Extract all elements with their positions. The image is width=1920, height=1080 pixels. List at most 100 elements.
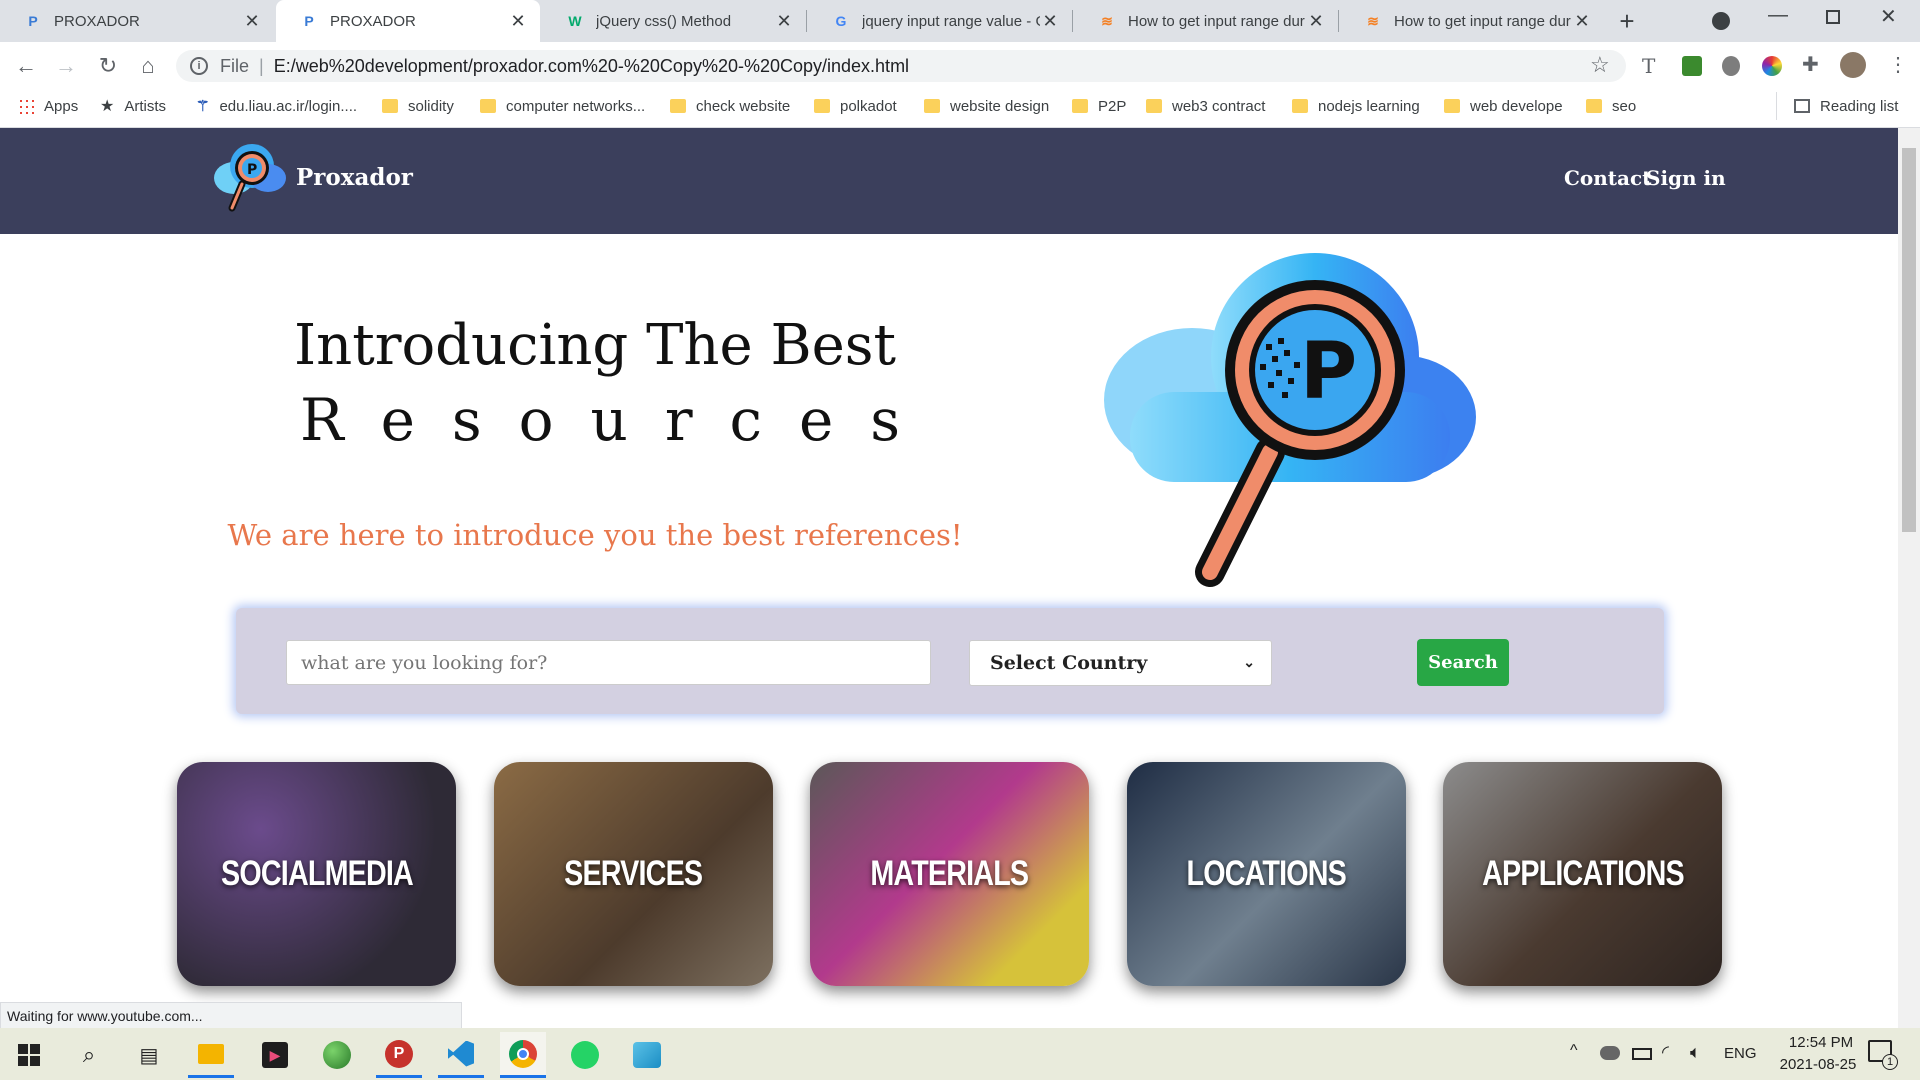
bookmark-folder-seo[interactable]: seo — [1586, 90, 1636, 122]
tab-3[interactable]: W jQuery css() Method ✕ — [542, 0, 806, 42]
tab-4[interactable]: G jquery input range value - G ✕ — [808, 0, 1072, 42]
menu-kebab-icon[interactable]: ⋮ — [1888, 52, 1908, 77]
windows-start-icon[interactable] — [6, 1032, 52, 1078]
minimize-icon[interactable]: — — [1768, 4, 1788, 27]
category-card-locations[interactable]: LOCATIONS — [1127, 762, 1406, 986]
scrollbar-thumb[interactable] — [1902, 148, 1916, 532]
bookmark-folder-web3[interactable]: web3 contract — [1146, 90, 1265, 122]
file-explorer-icon[interactable] — [188, 1032, 234, 1078]
proxador-logo[interactable]: P — [212, 140, 288, 216]
hero-letter: c — [729, 386, 762, 454]
tab-5[interactable]: ≋ How to get input range dur ✕ — [1074, 0, 1338, 42]
reading-list[interactable]: Reading list — [1794, 90, 1898, 122]
reload-icon[interactable]: ↻ — [94, 52, 122, 80]
bookmark-label: website design — [950, 97, 1050, 115]
proxador-taskbar-icon[interactable]: P — [376, 1032, 422, 1078]
category-card-materials[interactable]: MATERIALS — [810, 762, 1089, 986]
category-label: LOCATIONS — [1186, 854, 1347, 893]
brand-name[interactable]: Proxador — [296, 164, 413, 191]
bookmark-folder-check[interactable]: check website — [670, 90, 790, 122]
google-icon: G — [835, 13, 847, 29]
photos-app-icon[interactable] — [624, 1032, 670, 1078]
task-view-icon[interactable]: ▤ — [126, 1032, 172, 1078]
clock-time[interactable]: 12:54 PM — [1776, 1034, 1866, 1051]
category-card-applications[interactable]: APPLICATIONS — [1443, 762, 1722, 986]
bookmark-artists[interactable]: ★ Artists — [100, 90, 166, 122]
vscode-icon[interactable] — [438, 1032, 484, 1078]
nav-signin[interactable]: Sign in — [1646, 166, 1726, 190]
close-tab-icon[interactable]: ✕ — [774, 11, 794, 32]
bookmark-folder-networks[interactable]: computer networks... — [480, 90, 645, 122]
close-tab-icon[interactable]: ✕ — [1572, 11, 1592, 32]
bookmarks-divider — [1776, 92, 1777, 120]
bookmark-folder-solidity[interactable]: solidity — [382, 90, 454, 122]
tray-chevron-up-icon[interactable]: ^ — [1570, 1042, 1578, 1060]
forward-icon[interactable]: → — [52, 52, 80, 80]
wifi-icon[interactable]: ◜ — [1662, 1042, 1669, 1063]
bookmark-apps[interactable]: Apps — [18, 90, 78, 122]
restore-icon[interactable] — [1826, 10, 1840, 24]
country-select[interactable]: Select Country ⌄ — [969, 640, 1272, 686]
category-card-services[interactable]: SERVICES — [494, 762, 773, 986]
bookmark-label: seo — [1612, 97, 1637, 115]
apps-grid-icon — [18, 98, 34, 114]
tab-6[interactable]: ≋ How to get input range dur ✕ — [1340, 0, 1604, 42]
extensions-puzzle-icon[interactable]: ✚ — [1802, 52, 1819, 77]
whatsapp-glyph — [571, 1041, 599, 1069]
bookmark-folder-webdev[interactable]: web develope — [1444, 90, 1563, 122]
profile-avatar[interactable] — [1840, 52, 1866, 78]
extension-html-icon[interactable] — [1682, 56, 1702, 76]
search-input[interactable] — [286, 640, 931, 685]
extension-t-icon[interactable]: T — [1642, 54, 1655, 78]
folder-icon — [480, 99, 496, 113]
folder-icon — [1292, 99, 1308, 113]
globe-glyph — [323, 1041, 351, 1069]
tab-search-icon[interactable] — [1712, 12, 1730, 30]
info-icon[interactable]: i — [190, 57, 208, 75]
close-tab-icon[interactable]: ✕ — [1040, 11, 1060, 32]
search-button[interactable]: Search — [1417, 639, 1509, 686]
hero-illustration: P — [1100, 252, 1480, 588]
tab-1[interactable]: P PROXADOR ✕ — [0, 0, 274, 42]
chrome-icon[interactable] — [500, 1032, 546, 1078]
bookmark-folder-p2p[interactable]: P2P — [1072, 90, 1126, 122]
extension-bug-icon[interactable] — [1722, 56, 1740, 76]
search-icon[interactable]: ⌕ — [66, 1032, 112, 1078]
new-tab-icon[interactable]: + — [1612, 6, 1642, 36]
bookmark-folder-nodejs[interactable]: nodejs learning — [1292, 90, 1420, 122]
category-label: SOCIALMEDIA — [220, 854, 414, 893]
home-icon[interactable]: ⌂ — [134, 52, 162, 80]
bookmark-label: P2P — [1098, 97, 1127, 115]
reading-list-label: Reading list — [1820, 97, 1899, 115]
bookmark-liau[interactable]: ⚚ edu.liau.ac.ir/login.... — [196, 90, 357, 122]
svg-text:P: P — [1300, 327, 1357, 417]
close-tab-icon[interactable]: ✕ — [508, 11, 528, 32]
folder-icon — [924, 99, 940, 113]
address-bar[interactable]: i File | E:/web%20development/proxador.c… — [176, 50, 1626, 82]
whatsapp-icon[interactable] — [562, 1032, 608, 1078]
tab-2-active[interactable]: P PROXADOR ✕ — [276, 0, 540, 42]
bookmark-folder-design[interactable]: website design — [924, 90, 1049, 122]
url-divider: | — [259, 55, 264, 76]
stackoverflow-icon: ≋ — [1367, 12, 1379, 29]
clock-date[interactable]: 2021-08-25 — [1768, 1056, 1868, 1073]
extension-color-icon[interactable] — [1762, 56, 1782, 76]
category-card-socialmedia[interactable]: SOCIALMEDIA — [177, 762, 456, 986]
back-icon[interactable]: ← — [12, 52, 40, 80]
bookmark-star-icon[interactable]: ☆ — [1590, 52, 1610, 78]
nav-contact[interactable]: Contact — [1564, 166, 1651, 190]
battery-icon[interactable] — [1632, 1048, 1652, 1060]
terminal-icon[interactable]: ▶ — [252, 1032, 298, 1078]
bookmark-folder-polkadot[interactable]: polkadot — [814, 90, 897, 122]
close-tab-icon[interactable]: ✕ — [242, 11, 262, 32]
bookmark-label: Artists — [124, 97, 167, 115]
cloud-magnifier-illustration: P — [1104, 253, 1476, 587]
language-indicator[interactable]: ENG — [1724, 1045, 1757, 1062]
hero-letter: R — [300, 386, 344, 454]
window-close-icon[interactable]: ✕ — [1880, 4, 1897, 29]
stackoverflow-icon: ≋ — [1101, 12, 1113, 29]
cloud-sync-icon[interactable] — [1600, 1046, 1620, 1060]
volume-icon[interactable]: 🔈︎ — [1690, 1042, 1701, 1063]
close-tab-icon[interactable]: ✕ — [1306, 11, 1326, 32]
globe-app-icon[interactable] — [314, 1032, 360, 1078]
